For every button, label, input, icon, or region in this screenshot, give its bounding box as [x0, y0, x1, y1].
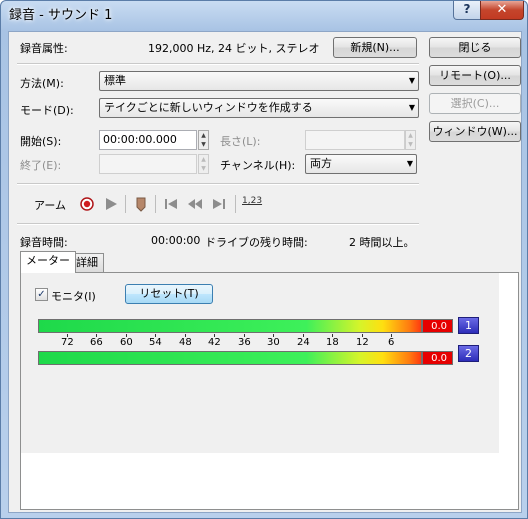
- scale-label: 6: [388, 337, 395, 348]
- mode-value: テイクごとに新しいウィンドウを作成する: [104, 101, 313, 114]
- scale-label: 54: [149, 337, 162, 348]
- scale-label: 60: [120, 337, 133, 348]
- end-label: 終了(E):: [20, 159, 62, 172]
- help-button[interactable]: ?: [453, 1, 481, 20]
- method-dropdown[interactable]: 標準 ▼: [99, 71, 419, 91]
- monitor-checkbox[interactable]: ✓: [35, 288, 48, 301]
- mode-dropdown[interactable]: テイクごとに新しいウィンドウを作成する ▼: [99, 98, 419, 118]
- record-icon[interactable]: [79, 196, 95, 212]
- close-window-button[interactable]: ✕: [480, 1, 524, 20]
- new-button[interactable]: 新規(N)...: [333, 37, 417, 58]
- drive-remaining-label: ドライブの残り時間:: [205, 236, 308, 249]
- end-spinner[interactable]: ▲ ▼: [198, 154, 209, 174]
- play-icon[interactable]: [103, 196, 119, 212]
- dialog-body: 録音属性: 192,000 Hz, 24 ビット, ステレオ 新規(N)... …: [8, 31, 522, 513]
- scale-label: 18: [326, 337, 339, 348]
- go-to-start-icon[interactable]: [163, 196, 179, 212]
- rewind-icon[interactable]: [187, 196, 203, 212]
- length-label: 長さ(L):: [220, 135, 261, 148]
- method-value: 標準: [104, 74, 126, 87]
- scale-label: 36: [238, 337, 251, 348]
- channel-1-badge[interactable]: 1: [458, 317, 479, 334]
- tab-meter[interactable]: メーター: [20, 251, 76, 273]
- length-input[interactable]: [305, 130, 405, 150]
- scale-label: 72: [61, 337, 74, 348]
- recording-attributes-value: 192,000 Hz, 24 ビット, ステレオ: [148, 42, 320, 55]
- toolbar-divider: [155, 195, 156, 213]
- chevron-down-icon: ▼: [406, 159, 413, 168]
- window-button[interactable]: ウィンドウ(W)...: [429, 121, 521, 142]
- scale-label: 66: [90, 337, 103, 348]
- start-input[interactable]: 00:00:00.000: [99, 130, 197, 150]
- scale-label: 30: [267, 337, 280, 348]
- right-peak-readout: 0.0: [422, 351, 453, 365]
- drive-remaining-value: 2 時間以上。: [349, 236, 415, 249]
- recording-attributes-label: 録音属性:: [20, 42, 68, 55]
- recording-time-label: 録音時間:: [20, 236, 68, 249]
- channel-dropdown[interactable]: 両方 ▼: [305, 154, 417, 174]
- title-bar[interactable]: 録音 - サウンド 1 ? ✕: [1, 1, 527, 25]
- close-button[interactable]: 閉じる: [429, 37, 521, 58]
- channel-value: 両方: [310, 157, 332, 170]
- arm-label: アーム: [34, 199, 67, 212]
- separator: [17, 183, 419, 185]
- reset-button[interactable]: リセット(T): [125, 284, 213, 304]
- start-label: 開始(S):: [20, 135, 62, 148]
- scale-label: 24: [297, 337, 310, 348]
- marker-icon[interactable]: [133, 196, 149, 212]
- recording-time-value: 00:00:00: [151, 234, 201, 247]
- scale-label: 42: [208, 337, 221, 348]
- channel-2-badge[interactable]: 2: [458, 345, 479, 362]
- left-peak-readout: 0.0: [422, 319, 453, 333]
- remote-button[interactable]: リモート(O)...: [429, 65, 521, 86]
- recording-dialog: 録音 - サウンド 1 ? ✕ 録音属性: 192,000 Hz, 24 ビット…: [0, 0, 528, 519]
- chevron-down-icon: ▼: [408, 76, 415, 85]
- left-channel-meter: [38, 319, 422, 333]
- separator: [17, 63, 419, 65]
- method-label: 方法(M):: [20, 77, 64, 90]
- channel-label: チャンネル(H):: [220, 159, 296, 172]
- go-to-end-icon[interactable]: [211, 196, 227, 212]
- mode-label: モード(D):: [20, 104, 74, 117]
- separator: [17, 223, 419, 225]
- monitor-label: モニタ(I): [51, 290, 96, 303]
- counter-icon[interactable]: 1,23: [242, 196, 262, 206]
- toolbar-divider: [125, 195, 126, 213]
- scale-label: 48: [179, 337, 192, 348]
- chevron-down-icon: ▼: [408, 103, 415, 112]
- length-spinner[interactable]: ▲ ▼: [405, 130, 416, 150]
- start-spinner[interactable]: ▲ ▼: [198, 130, 209, 150]
- right-channel-meter: [38, 351, 422, 365]
- scale-label: 12: [356, 337, 369, 348]
- end-input[interactable]: [99, 154, 197, 174]
- toolbar-divider: [235, 195, 236, 213]
- select-button[interactable]: 選択(C)...: [429, 93, 521, 114]
- window-title: 録音 - サウンド 1: [9, 8, 113, 23]
- meter-tab-panel: ✓ モニタ(I) リセット(T) 0.0 1 72 66 60 54 48 42…: [20, 272, 519, 510]
